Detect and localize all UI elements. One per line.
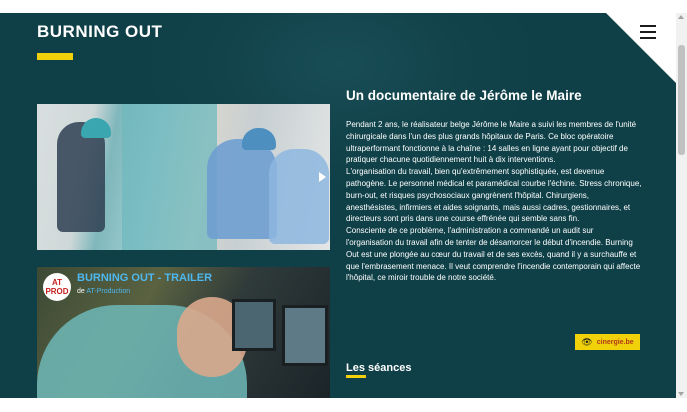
article-paragraph: Consciente de ce problème, l'administrat… [346, 226, 641, 283]
article-title: Un documentaire de Jérôme le Maire [346, 88, 582, 103]
video-channel-link[interactable]: AT-Production [86, 288, 130, 295]
title-underline [37, 53, 73, 60]
video-title-link[interactable]: BURNING OUT - TRAILER [77, 272, 212, 284]
vertical-scrollbar[interactable] [676, 13, 687, 398]
video-thumbnail-monitor [232, 299, 276, 351]
hamburger-menu-icon[interactable] [640, 25, 656, 39]
video-thumbnail-figure [242, 128, 276, 150]
bottom-strip [0, 398, 687, 412]
video-thumbnail-figure [122, 104, 217, 250]
scrollbar-thumb[interactable] [678, 45, 685, 155]
video-player-trailer[interactable]: AT PROD BURNING OUT - TRAILER de AT-Prod… [37, 267, 330, 398]
top-strip [0, 0, 687, 13]
video-player-surgery[interactable] [37, 104, 330, 250]
cinergie-label: cinergie.be [596, 338, 634, 346]
article-description: Pendant 2 ans, le réalisateur belge Jérô… [346, 119, 642, 284]
article-paragraph: Pendant 2 ans, le réalisateur belge Jérô… [346, 120, 637, 165]
video-thumbnail-figure [81, 118, 111, 138]
seances-heading: Les séances [346, 362, 412, 374]
play-arrow-icon[interactable] [319, 172, 326, 182]
video-thumbnail-figure [269, 149, 329, 244]
video-thumbnail-figure [207, 139, 277, 239]
video-channel-line: de AT-Production [77, 288, 130, 295]
seances-underline [346, 375, 366, 378]
eye-icon: 👁 [581, 336, 593, 347]
video-thumbnail-figure [57, 122, 105, 232]
scroll-up-arrow-icon[interactable] [678, 15, 684, 19]
video-channel-prefix: de [77, 288, 85, 295]
cinergie-link-button[interactable]: 👁 cinergie.be [575, 334, 640, 350]
page-viewport: BURNING OUT AT PROD BURNING OUT - TRAILE… [0, 13, 676, 398]
channel-logo[interactable]: AT PROD [43, 273, 71, 301]
video-thumbnail-monitor [282, 305, 328, 366]
menu-corner [606, 13, 676, 83]
article-paragraph: L'organisation du travail, bien qu'extrê… [346, 167, 642, 224]
page-title: BURNING OUT [37, 22, 163, 41]
scroll-down-arrow-icon[interactable] [678, 392, 684, 396]
